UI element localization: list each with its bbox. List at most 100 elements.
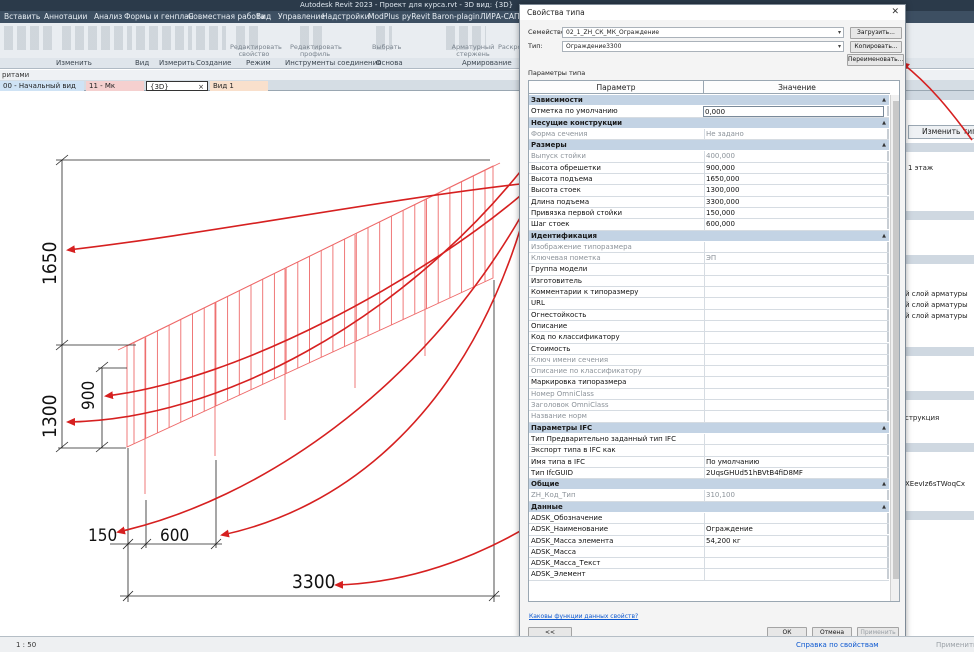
palette-apply-button[interactable]: Применить: [936, 637, 974, 652]
parameter-row[interactable]: ZH_Код_Тип 310,100: [529, 490, 889, 502]
parameter-row[interactable]: Стоимость: [529, 343, 889, 355]
parameter-row[interactable]: Код по классификатору: [529, 332, 889, 344]
parameter-row[interactable]: ADSK_Масса_Текст: [529, 558, 889, 570]
parameter-group-header[interactable]: Параметры IFC ▲: [529, 422, 889, 434]
collapse-icon[interactable]: ▲: [882, 479, 886, 490]
parameter-row[interactable]: Изготовитель: [529, 275, 889, 288]
parameter-row[interactable]: Привязка первой стойки 150,000: [529, 207, 889, 220]
collapse-icon[interactable]: ▲: [882, 118, 886, 129]
parameter-value[interactable]: 54,200 кг: [704, 535, 882, 546]
parameter-group-header[interactable]: Данные ▲: [529, 501, 889, 513]
column-header-parameter[interactable]: Параметр: [529, 81, 704, 94]
parameter-value[interactable]: По умолчанию: [704, 456, 882, 467]
type-label: Тип:: [528, 42, 543, 50]
parameter-row[interactable]: ADSK_Обозначение: [529, 512, 889, 525]
parameter-name: Выпуск стойки: [531, 152, 586, 161]
parameter-row[interactable]: Форма сечения Не задано: [529, 128, 889, 141]
collapse-icon[interactable]: ▲: [882, 502, 886, 513]
close-icon[interactable]: ✕: [891, 6, 899, 19]
parameter-value[interactable]: [704, 287, 882, 298]
parameter-group-header[interactable]: Размеры ▲: [529, 140, 889, 152]
parameter-row[interactable]: Имя типа в IFC По умолчанию: [529, 456, 889, 468]
parameter-row[interactable]: Тип IfcGUID 2UqsGHUd51hBVtB4fiD8MF: [529, 467, 889, 480]
scrollbar-thumb[interactable]: [893, 101, 899, 579]
parameter-row[interactable]: Длина подъема 3300,000: [529, 196, 889, 208]
load-button[interactable]: Загрузить...: [850, 27, 902, 39]
parameter-name: Тип IfcGUID: [531, 468, 574, 477]
parameter-row[interactable]: ADSK_Элемент: [529, 569, 889, 581]
parameter-group-header[interactable]: Идентификация ▲: [529, 230, 889, 242]
collapse-icon[interactable]: ▲: [882, 423, 886, 434]
status-bar: 1 : 50 Справка по свойствам Применить: [0, 636, 974, 652]
parameter-row[interactable]: Ключевая пометка ЭП: [529, 253, 889, 265]
parameter-value[interactable]: 150,000: [704, 207, 882, 219]
parameter-row[interactable]: Огнестойкость: [529, 309, 889, 321]
parameter-row[interactable]: Высота стоек 1300,000: [529, 185, 889, 197]
row-scroll-marker: [887, 558, 889, 569]
parameter-value[interactable]: 600,000: [704, 219, 882, 230]
parameter-value[interactable]: [704, 377, 882, 388]
parameter-row[interactable]: URL: [529, 298, 889, 310]
collapse-icon[interactable]: ▲: [882, 95, 886, 106]
collapse-icon[interactable]: ▲: [882, 140, 886, 151]
parameter-row[interactable]: Номер OmniClass: [529, 388, 889, 401]
parameter-value[interactable]: [704, 569, 882, 580]
parameter-row[interactable]: Тип Предварительно заданный тип IFC: [529, 433, 889, 446]
parameter-value[interactable]: 1300,000: [704, 185, 882, 196]
parameter-value[interactable]: 2UqsGHUd51hBVtB4fiD8MF: [704, 467, 882, 479]
parameter-row[interactable]: Ключ имени сечения: [529, 354, 889, 367]
view-scale[interactable]: 1 : 50: [16, 637, 36, 652]
parameter-row[interactable]: Высота подъема 1650,000: [529, 174, 889, 186]
parameter-name: Экспорт типа в IFC как: [531, 446, 616, 455]
duplicate-button[interactable]: Копировать...: [850, 41, 902, 53]
parameter-row[interactable]: Шаг стоек 600,000: [529, 219, 889, 231]
rename-button[interactable]: Переименовать...: [847, 54, 904, 66]
parameter-row[interactable]: Описание: [529, 320, 889, 333]
parameter-value[interactable]: [704, 309, 882, 320]
parameter-value[interactable]: [704, 558, 882, 569]
parameter-group-header[interactable]: Общие ▲: [529, 479, 889, 491]
parameter-group-header[interactable]: Зависимости ▲: [529, 95, 889, 107]
parameter-row[interactable]: ADSK_Масса: [529, 546, 889, 559]
dimension-text-3300: 3300: [292, 571, 336, 593]
parameter-value[interactable]: [704, 546, 882, 558]
parameter-row[interactable]: Экспорт типа в IFC как: [529, 445, 889, 457]
parameter-value[interactable]: [704, 445, 882, 456]
parameter-row[interactable]: Группа модели: [529, 264, 889, 276]
column-header-value[interactable]: Значение: [704, 81, 890, 94]
parameter-name: Шаг стоек: [531, 220, 570, 229]
parameter-row[interactable]: Изображение типоразмера: [529, 241, 889, 254]
parameter-value[interactable]: [704, 320, 882, 332]
type-select[interactable]: Ограждение3300 ▾: [562, 41, 844, 52]
parameter-value-input[interactable]: 0,000: [703, 106, 884, 117]
parameter-value[interactable]: Ограждение: [704, 524, 882, 535]
parameter-row[interactable]: ADSK_Наименование Ограждение: [529, 524, 889, 536]
parameter-value[interactable]: 900,000: [704, 162, 882, 174]
parameter-value[interactable]: [704, 298, 882, 309]
parameter-group-header[interactable]: Несущие конструкции ▲: [529, 117, 889, 129]
parameter-value[interactable]: [704, 332, 882, 343]
parameter-row[interactable]: Описание по классификатору: [529, 366, 889, 378]
parameter-group-name: Зависимости: [531, 96, 583, 104]
parameter-row[interactable]: Комментарии к типоразмеру: [529, 287, 889, 299]
parameter-row[interactable]: Название норм: [529, 411, 889, 423]
properties-help-link[interactable]: Справка по свойствам: [796, 637, 879, 652]
parameter-name: Группа модели: [531, 265, 588, 274]
parameter-value[interactable]: [704, 275, 882, 287]
parameter-value[interactable]: [704, 433, 882, 445]
vertical-scrollbar[interactable]: [890, 95, 899, 601]
parameter-value[interactable]: 3300,000: [704, 196, 882, 207]
parameter-row[interactable]: Маркировка типоразмера: [529, 377, 889, 389]
parameter-row[interactable]: Заголовок OmniClass: [529, 400, 889, 412]
parameter-value[interactable]: [704, 343, 882, 354]
family-select[interactable]: 02_1_ZH_СК_МК_Ограждение ▾: [562, 27, 844, 38]
parameter-row[interactable]: Выпуск стойки 400,000: [529, 151, 889, 163]
parameter-row[interactable]: Высота обрешетки 900,000: [529, 162, 889, 175]
help-link[interactable]: Каковы функции данных свойств?: [529, 613, 638, 620]
parameter-value[interactable]: [704, 264, 882, 275]
parameter-row[interactable]: Отметка по умолчанию 0,000: [529, 106, 889, 118]
parameter-value[interactable]: [704, 512, 882, 524]
parameter-value[interactable]: 1650,000: [704, 174, 882, 185]
parameter-row[interactable]: ADSK_Масса элемента 54,200 кг: [529, 535, 889, 547]
collapse-icon[interactable]: ▲: [882, 231, 886, 242]
